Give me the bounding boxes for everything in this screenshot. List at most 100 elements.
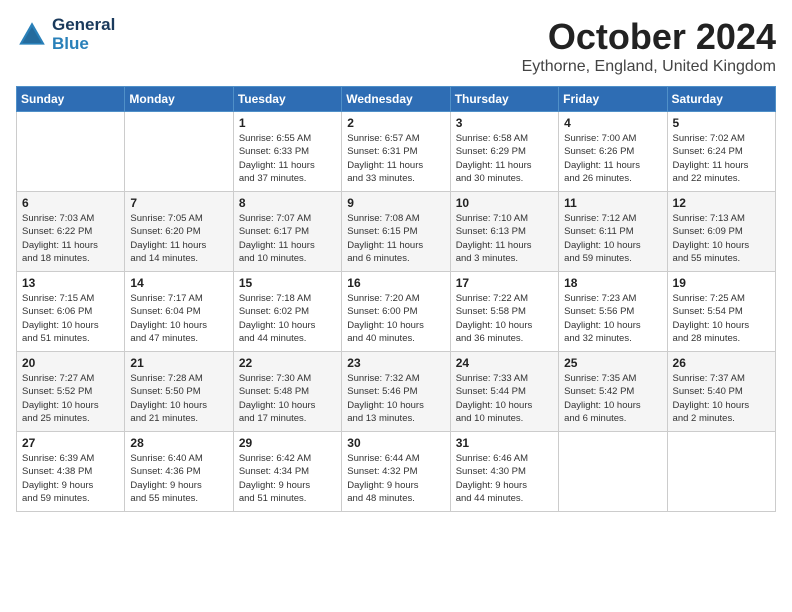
weekday-header-tuesday: Tuesday xyxy=(233,87,341,112)
day-number: 5 xyxy=(673,116,770,130)
day-number: 10 xyxy=(456,196,553,210)
day-info: Sunrise: 6:39 AM Sunset: 4:38 PM Dayligh… xyxy=(22,452,119,505)
calendar-cell: 10Sunrise: 7:10 AM Sunset: 6:13 PM Dayli… xyxy=(450,192,558,272)
day-info: Sunrise: 7:13 AM Sunset: 6:09 PM Dayligh… xyxy=(673,212,770,265)
calendar-cell: 21 Sunrise: 7:28 AM Sunset: 5:50 PM Dayli… xyxy=(125,352,233,432)
calendar-week-row: 13Sunrise: 7:15 AM Sunset: 6:06 PM Dayli… xyxy=(17,272,776,352)
day-info: Sunrise: 7:22 AM Sunset: 5:58 PM Dayligh… xyxy=(456,292,553,345)
day-info: Sunrise: 6:42 AM Sunset: 4:34 PM Dayligh… xyxy=(239,452,336,505)
day-number: 23 xyxy=(347,356,444,370)
calendar-cell xyxy=(17,112,125,192)
day-info: Sunrise: 7:02 AM Sunset: 6:24 PM Dayligh… xyxy=(673,132,770,185)
calendar-cell: 23Sunrise: 7:32 AM Sunset: 5:46 PM Dayli… xyxy=(342,352,450,432)
calendar-cell: 20 Sunrise: 7:27 AM Sunset: 5:52 PM Dayli… xyxy=(17,352,125,432)
day-number: 17 xyxy=(456,276,553,290)
calendar-cell: 2Sunrise: 6:57 AM Sunset: 6:31 PM Daylig… xyxy=(342,112,450,192)
calendar-cell: 11 Sunrise: 7:12 AM Sunset: 6:11 PM Dayli… xyxy=(559,192,667,272)
calendar-cell: 4 Sunrise: 7:00 AM Sunset: 6:26 PM Daylig… xyxy=(559,112,667,192)
day-number: 20 xyxy=(22,356,119,370)
calendar-cell: 9 Sunrise: 7:08 AM Sunset: 6:15 PM Daylig… xyxy=(342,192,450,272)
calendar-cell: 14Sunrise: 7:17 AM Sunset: 6:04 PM Dayli… xyxy=(125,272,233,352)
calendar-cell: 5 Sunrise: 7:02 AM Sunset: 6:24 PM Daylig… xyxy=(667,112,775,192)
day-number: 1 xyxy=(239,116,336,130)
day-number: 8 xyxy=(239,196,336,210)
logo-text-line1: General xyxy=(52,16,115,35)
calendar-cell: 16 Sunrise: 7:20 AM Sunset: 6:00 PM Dayli… xyxy=(342,272,450,352)
day-info: Sunrise: 6:58 AM Sunset: 6:29 PM Dayligh… xyxy=(456,132,553,185)
day-number: 3 xyxy=(456,116,553,130)
calendar-cell: 3 Sunrise: 6:58 AM Sunset: 6:29 PM Daylig… xyxy=(450,112,558,192)
day-number: 16 xyxy=(347,276,444,290)
day-info: Sunrise: 6:46 AM Sunset: 4:30 PM Dayligh… xyxy=(456,452,553,505)
weekday-header-monday: Monday xyxy=(125,87,233,112)
day-info: Sunrise: 7:30 AM Sunset: 5:48 PM Dayligh… xyxy=(239,372,336,425)
day-number: 14 xyxy=(130,276,227,290)
day-number: 30 xyxy=(347,436,444,450)
calendar-cell: 30Sunrise: 6:44 AM Sunset: 4:32 PM Dayli… xyxy=(342,432,450,512)
weekday-header-friday: Friday xyxy=(559,87,667,112)
day-info: Sunrise: 6:55 AM Sunset: 6:33 PM Dayligh… xyxy=(239,132,336,185)
day-number: 25 xyxy=(564,356,661,370)
day-number: 11 xyxy=(564,196,661,210)
day-info: Sunrise: 6:40 AM Sunset: 4:36 PM Dayligh… xyxy=(130,452,227,505)
calendar-cell: 12 Sunrise: 7:13 AM Sunset: 6:09 PM Dayli… xyxy=(667,192,775,272)
day-info: Sunrise: 7:00 AM Sunset: 6:26 PM Dayligh… xyxy=(564,132,661,185)
day-number: 4 xyxy=(564,116,661,130)
calendar-cell: 28 Sunrise: 6:40 AM Sunset: 4:36 PM Dayli… xyxy=(125,432,233,512)
day-number: 2 xyxy=(347,116,444,130)
day-info: Sunrise: 7:08 AM Sunset: 6:15 PM Dayligh… xyxy=(347,212,444,265)
calendar-cell: 6Sunrise: 7:03 AM Sunset: 6:22 PM Daylig… xyxy=(17,192,125,272)
calendar-cell xyxy=(667,432,775,512)
calendar-cell: 29 Sunrise: 6:42 AM Sunset: 4:34 PM Dayli… xyxy=(233,432,341,512)
calendar-cell: 18 Sunrise: 7:23 AM Sunset: 5:56 PM Dayli… xyxy=(559,272,667,352)
day-number: 9 xyxy=(347,196,444,210)
day-number: 15 xyxy=(239,276,336,290)
calendar-week-row: 27 Sunrise: 6:39 AM Sunset: 4:38 PM Dayli… xyxy=(17,432,776,512)
logo-icon xyxy=(16,19,48,51)
day-info: Sunrise: 7:20 AM Sunset: 6:00 PM Dayligh… xyxy=(347,292,444,345)
day-number: 13 xyxy=(22,276,119,290)
logo-text-line2: Blue xyxy=(52,35,115,54)
day-info: Sunrise: 7:03 AM Sunset: 6:22 PM Dayligh… xyxy=(22,212,119,265)
calendar-cell: 27 Sunrise: 6:39 AM Sunset: 4:38 PM Dayli… xyxy=(17,432,125,512)
day-number: 18 xyxy=(564,276,661,290)
day-info: Sunrise: 7:33 AM Sunset: 5:44 PM Dayligh… xyxy=(456,372,553,425)
day-number: 26 xyxy=(673,356,770,370)
day-info: Sunrise: 7:37 AM Sunset: 5:40 PM Dayligh… xyxy=(673,372,770,425)
day-info: Sunrise: 7:28 AM Sunset: 5:50 PM Dayligh… xyxy=(130,372,227,425)
day-info: Sunrise: 7:18 AM Sunset: 6:02 PM Dayligh… xyxy=(239,292,336,345)
day-number: 7 xyxy=(130,196,227,210)
day-number: 24 xyxy=(456,356,553,370)
day-number: 27 xyxy=(22,436,119,450)
day-info: Sunrise: 7:07 AM Sunset: 6:17 PM Dayligh… xyxy=(239,212,336,265)
calendar-cell: 24 Sunrise: 7:33 AM Sunset: 5:44 PM Dayli… xyxy=(450,352,558,432)
day-info: Sunrise: 7:23 AM Sunset: 5:56 PM Dayligh… xyxy=(564,292,661,345)
calendar-week-row: 20 Sunrise: 7:27 AM Sunset: 5:52 PM Dayli… xyxy=(17,352,776,432)
weekday-header-sunday: Sunday xyxy=(17,87,125,112)
title-block: October 2024 Eythorne, England, United K… xyxy=(522,16,776,76)
day-number: 12 xyxy=(673,196,770,210)
calendar-cell: 15 Sunrise: 7:18 AM Sunset: 6:02 PM Dayli… xyxy=(233,272,341,352)
day-info: Sunrise: 7:27 AM Sunset: 5:52 PM Dayligh… xyxy=(22,372,119,425)
calendar-week-row: 6Sunrise: 7:03 AM Sunset: 6:22 PM Daylig… xyxy=(17,192,776,272)
location-subtitle: Eythorne, England, United Kingdom xyxy=(522,58,776,76)
day-number: 31 xyxy=(456,436,553,450)
day-number: 22 xyxy=(239,356,336,370)
calendar-table: SundayMondayTuesdayWednesdayThursdayFrid… xyxy=(16,86,776,512)
day-number: 21 xyxy=(130,356,227,370)
month-title: October 2024 xyxy=(522,16,776,58)
day-info: Sunrise: 7:05 AM Sunset: 6:20 PM Dayligh… xyxy=(130,212,227,265)
calendar-cell: 8 Sunrise: 7:07 AM Sunset: 6:17 PM Daylig… xyxy=(233,192,341,272)
day-info: Sunrise: 7:12 AM Sunset: 6:11 PM Dayligh… xyxy=(564,212,661,265)
day-number: 29 xyxy=(239,436,336,450)
weekday-header-row: SundayMondayTuesdayWednesdayThursdayFrid… xyxy=(17,87,776,112)
calendar-cell: 26 Sunrise: 7:37 AM Sunset: 5:40 PM Dayli… xyxy=(667,352,775,432)
day-info: Sunrise: 7:35 AM Sunset: 5:42 PM Dayligh… xyxy=(564,372,661,425)
weekday-header-wednesday: Wednesday xyxy=(342,87,450,112)
day-number: 19 xyxy=(673,276,770,290)
calendar-cell: 13Sunrise: 7:15 AM Sunset: 6:06 PM Dayli… xyxy=(17,272,125,352)
calendar-cell xyxy=(125,112,233,192)
day-info: Sunrise: 7:25 AM Sunset: 5:54 PM Dayligh… xyxy=(673,292,770,345)
calendar-week-row: 1 Sunrise: 6:55 AM Sunset: 6:33 PM Daylig… xyxy=(17,112,776,192)
day-number: 28 xyxy=(130,436,227,450)
